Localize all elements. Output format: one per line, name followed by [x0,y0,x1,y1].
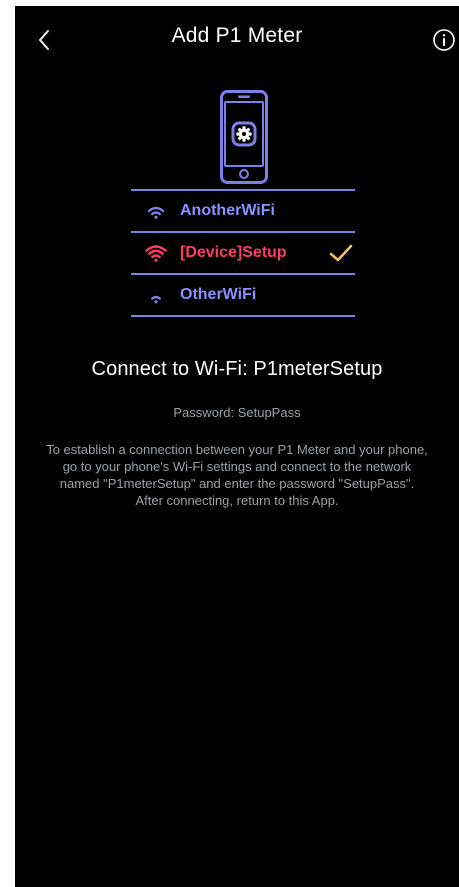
header-bar: Add P1 Meter [15,6,459,70]
wifi-icon [145,245,167,262]
app-screen: Add P1 Meter AnotherWiFi [Device]Setup O… [15,6,459,887]
phone-settings-icon [220,90,268,184]
page-title: Add P1 Meter [171,24,303,47]
wifi-network-name: AnotherWiFi [180,202,275,219]
wifi-network-name: [Device]Setup [180,244,287,261]
wifi-network-name: OtherWiFi [180,286,257,303]
wifi-illustration: AnotherWiFi [Device]Setup OtherWiFi [15,86,459,336]
wifi-network-list: AnotherWiFi [Device]Setup OtherWiFi [131,189,355,317]
connect-heading: Connect to Wi-Fi: P1meterSetup [91,358,383,380]
wifi-icon [147,206,165,219]
info-circle-icon [433,29,455,51]
wifi-row-device-setup: [Device]Setup [131,231,355,273]
wifi-icon [151,295,161,304]
wifi-row-anotherwifi: AnotherWiFi [131,189,355,231]
checkmark-icon [329,244,353,262]
password-text: Password: SetupPass [173,405,301,420]
info-button[interactable] [432,28,456,52]
instructions-text: To establish a connection between your P… [46,442,428,508]
wifi-row-otherwifi: OtherWiFi [131,273,355,317]
